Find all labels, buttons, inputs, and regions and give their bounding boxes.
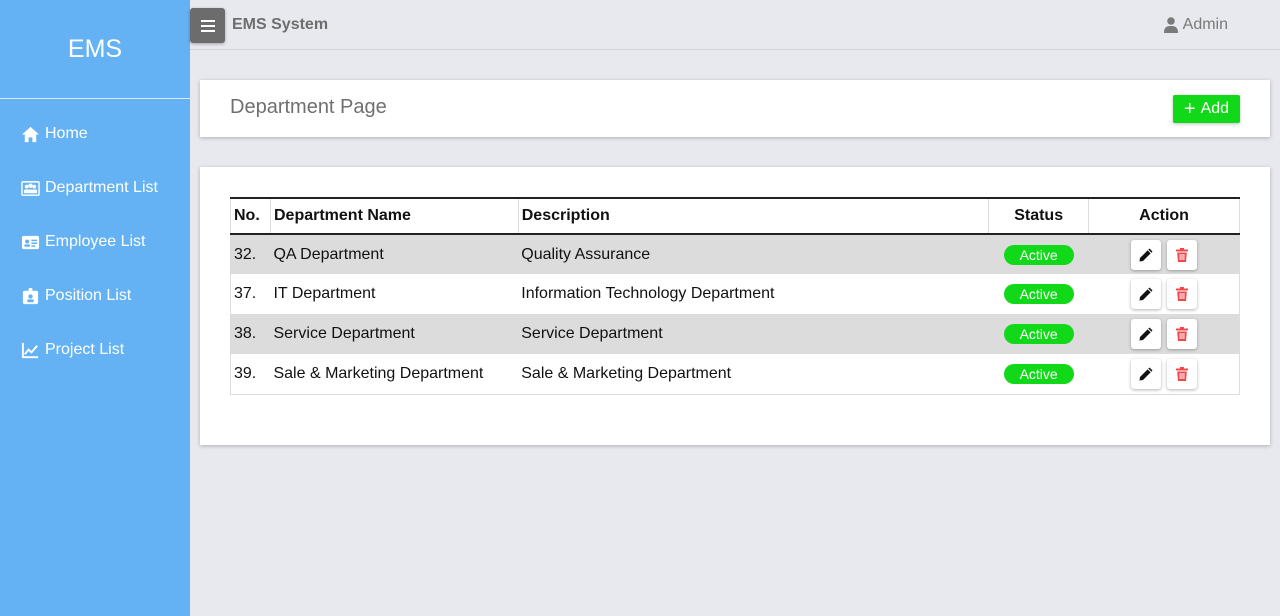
sidebar-item-label: Home [45,125,88,142]
cell-status: Active [989,234,1089,274]
sidebar-item-employee-list[interactable]: Employee List [0,215,190,269]
menu-toggle-button[interactable] [190,8,225,43]
pencil-icon [1138,247,1154,263]
cell-status: Active [988,354,1089,395]
cell-department-name: Service Department [273,325,415,342]
table-row: 32. QA Department Quality Assurance Acti… [230,234,1240,274]
trash-icon [1174,286,1190,302]
trash-icon [1174,366,1190,382]
delete-button[interactable] [1167,239,1198,270]
add-department-button[interactable]: + Add [1173,95,1240,123]
delete-button[interactable] [1167,358,1198,389]
status-badge: Active [1003,284,1074,304]
user-name: Admin [1182,16,1228,33]
sidebar-item-label: Department List [45,179,158,196]
table-row: 37. IT Department Information Technology… [230,274,1240,314]
cell-no: 39. [230,354,271,395]
delete-button[interactable] [1167,319,1198,349]
sidebar-item-project-list[interactable]: Project List [0,323,190,377]
table-header-row: No. Department Name Description Status A… [230,197,1240,235]
user-menu[interactable]: Admin [1163,16,1228,34]
topbar: EMS System Admin [190,0,1280,50]
edit-button[interactable] [1130,319,1161,349]
cell-actions [1088,314,1240,354]
sidebar-item-label: Employee List [45,233,146,250]
column-header-description: Description [518,197,990,235]
sidebar-item-label: Position List [45,287,132,304]
column-header-status: Status [988,197,1090,235]
cell-description: Information Technology Department [521,285,775,302]
cell-description: Quality Assurance [521,245,651,263]
cell-no: 32. [230,234,271,274]
home-icon [20,124,40,144]
table-row: 38. Service Department Service Departmen… [230,314,1240,354]
chart-line-icon [20,340,40,360]
trash-icon [1174,247,1190,263]
delete-button[interactable] [1167,279,1198,309]
page-header-card: Department Page + Add [200,80,1270,137]
cell-actions [1088,354,1240,395]
column-header-name: Department Name [270,197,519,235]
edit-button[interactable] [1130,279,1161,309]
edit-button[interactable] [1130,358,1161,389]
id-card-icon [20,232,40,252]
users-icon [20,178,40,198]
brand-logo-text[interactable]: EMS [0,0,190,99]
column-header-action: Action [1088,197,1240,235]
user-icon [1163,17,1183,33]
sidebar-item-position-list[interactable]: Position List [0,269,190,323]
status-badge: Active [1003,244,1074,265]
cell-no: 37. [230,274,271,314]
department-table: No. Department Name Description Status A… [230,197,1240,395]
status-badge: Active [1003,363,1074,384]
cell-department-name: QA Department [273,245,384,263]
system-title: EMS System [232,16,329,33]
department-table-card: No. Department Name Description Status A… [200,167,1270,445]
cell-department-name: Sale & Marketing Department [270,354,519,395]
page-title: Department Page [230,96,387,118]
cell-description: Service Department [521,325,663,342]
table-body: 32. QA Department Quality Assurance Acti… [230,234,1240,395]
cell-actions [1088,234,1240,274]
sidebar-item-home[interactable]: Home [0,107,190,161]
cell-department-name: IT Department [273,285,376,302]
sidebar-item-label: Project List [45,341,125,358]
cell-description: Sale & Marketing Department [518,354,989,395]
column-header-no: No. [230,197,271,235]
table-row: 39. Sale & Marketing Department Sale & M… [230,354,1240,395]
hamburger-icon [200,19,215,33]
sidebar: EMS Home Department List Employee List P… [0,0,190,616]
status-badge: Active [1003,324,1074,344]
pencil-icon [1138,366,1154,382]
id-badge-icon [20,286,40,306]
pencil-icon [1138,326,1154,342]
sidebar-item-department-list[interactable]: Department List [0,161,190,215]
cell-no: 38. [230,314,271,354]
pencil-icon [1138,286,1154,302]
cell-status: Active [989,274,1089,314]
plus-icon: + [1183,98,1196,120]
add-button-label: Add [1200,100,1230,117]
trash-icon [1174,326,1190,342]
cell-status: Active [989,314,1089,354]
edit-button[interactable] [1130,239,1161,270]
cell-actions [1088,274,1240,314]
sidebar-nav: Home Department List Employee List Posit… [0,99,190,377]
